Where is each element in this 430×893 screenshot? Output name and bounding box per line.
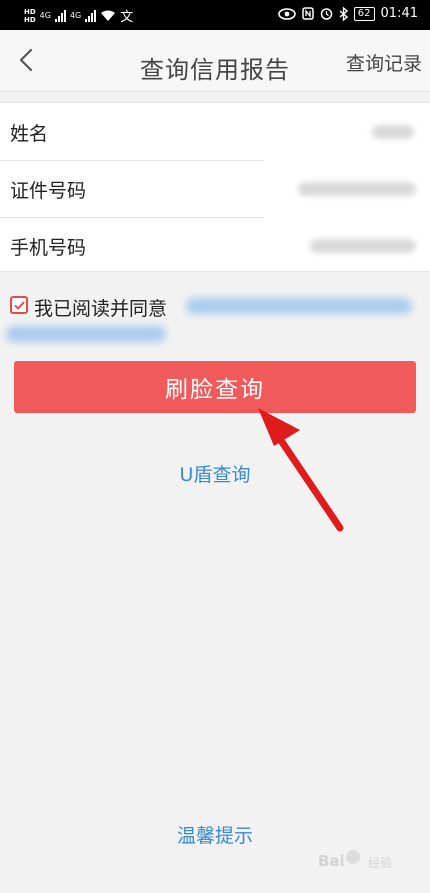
watermark-sub: 经验: [368, 856, 393, 870]
agreement-checkbox[interactable]: [10, 296, 28, 314]
id-number-label: 证件号码: [10, 180, 87, 202]
agreement-row: 我已阅读并同意: [0, 292, 430, 352]
ukey-query-link[interactable]: U盾查询: [0, 460, 430, 487]
agreement-link-blurred-2[interactable]: [6, 326, 166, 342]
network-type-2: 4G: [69, 11, 82, 20]
phone-label: 手机号码: [10, 237, 87, 259]
phone-value-blurred: [310, 239, 416, 253]
name-field[interactable]: 姓名: [0, 103, 430, 160]
credit-form: 姓名 证件号码 手机号码: [0, 102, 430, 272]
agreement-text: 我已阅读并同意: [34, 298, 168, 320]
check-icon: [14, 301, 25, 310]
face-query-button[interactable]: 刷脸查询: [14, 361, 416, 413]
hd-label-1: HD: [24, 7, 36, 16]
tips-link[interactable]: 温馨提示: [0, 821, 430, 848]
status-bar: HD HD 4G 4G 文 62 01:41: [0, 0, 430, 30]
phone-field[interactable]: 手机号码: [0, 217, 430, 274]
status-left: HD HD 4G 4G 文: [24, 6, 134, 26]
signal-icon-2: [85, 9, 97, 22]
status-right: 62 01:41: [277, 6, 418, 21]
nfc-icon: [302, 7, 314, 20]
battery-icon: 62: [353, 6, 375, 21]
hd-label-2: HD: [24, 15, 36, 24]
alarm-icon: [320, 8, 333, 20]
clock: 01:41: [380, 6, 418, 21]
id-number-value-blurred: [298, 182, 416, 196]
agreement-link-blurred[interactable]: [186, 298, 412, 314]
name-value-blurred: [372, 125, 414, 139]
hd-indicator: HD HD: [24, 8, 36, 24]
paw-icon: [346, 850, 360, 864]
baidu-watermark: Bai 经验: [318, 848, 414, 878]
wifi-icon: [101, 10, 116, 21]
translate-icon: 文: [120, 10, 134, 25]
id-number-field[interactable]: 证件号码: [0, 160, 430, 217]
bluetooth-icon: [339, 6, 348, 21]
eye-icon: [277, 7, 296, 20]
watermark-brand: Bai: [318, 852, 345, 870]
network-type-1: 4G: [39, 11, 51, 20]
query-records-link[interactable]: 查询记录: [346, 49, 422, 76]
name-label: 姓名: [10, 123, 49, 145]
signal-icon: [54, 9, 66, 22]
title-bar: 查询信用报告 查询记录: [0, 30, 430, 92]
